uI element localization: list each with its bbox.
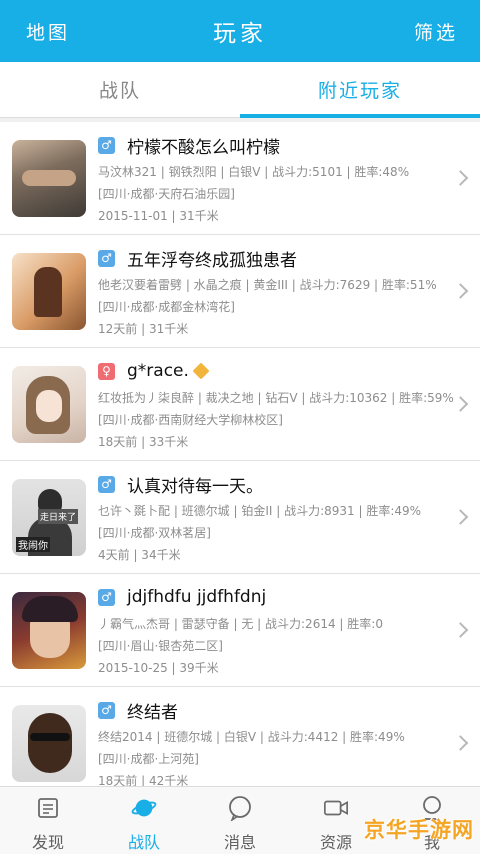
player-row[interactable]: ♂ 五年浮夸终成孤独患者 他老汉要着雷劈 | 水晶之痕 | 黄金III | 战斗… (0, 235, 480, 348)
player-row[interactable]: ♂ 终结者 终结2014 | 班德尔城 | 白银V | 战斗力:4412 | 胜… (0, 687, 480, 786)
player-stats: 马汶林321 | 钢铁烈阳 | 白银V | 战斗力:5101 | 胜率:48% (98, 165, 410, 179)
avatar-caption: 我闹你 (16, 536, 50, 552)
player-row[interactable]: 走日来了 我闹你 ♂ 认真对待每一天。 乜许丶毲卜配 | 班德尔城 | 铂金II… (0, 461, 480, 574)
tab-bar: 战队 附近玩家 (0, 62, 480, 118)
player-name: g*race. (127, 361, 189, 381)
player-list: ♂ 柠檬不酸怎么叫柠檬 马汶林321 | 钢铁烈阳 | 白银V | 战斗力:51… (0, 122, 480, 786)
player-stats: 他老汉要着雷劈 | 水晶之痕 | 黄金III | 战斗力:7629 | 胜率:5… (98, 278, 437, 292)
player-stats: 丿霸气灬杰哥 | 雷瑟守备 | 无 | 战斗力:2614 | 胜率:0 (98, 617, 383, 631)
player-row[interactable]: ♂ 柠檬不酸怎么叫柠檬 马汶林321 | 钢铁烈阳 | 白银V | 战斗力:51… (0, 122, 480, 235)
player-meta: 18天前 | 42千米 (98, 774, 189, 786)
male-icon: ♂ (98, 588, 115, 606)
female-icon: ♀ (98, 362, 115, 380)
message-bubble-icon (227, 795, 253, 821)
player-location: [四川·眉山·银杏苑二区] (98, 639, 223, 653)
male-icon: ♂ (98, 701, 115, 719)
player-meta: 4天前 | 34千米 (98, 548, 181, 562)
page-title: 玩家 (213, 21, 267, 47)
player-name: jdjfhdfu jjdfhfdnj (127, 587, 267, 607)
player-name: 五年浮夸终成孤独患者 (127, 250, 297, 271)
discover-icon (35, 795, 61, 821)
avatar: 走日来了 我闹你 (12, 478, 86, 556)
male-icon: ♂ (98, 475, 115, 493)
video-camera-icon (323, 795, 349, 821)
player-meta: 2015-11-01 | 31千米 (98, 209, 219, 223)
top-bar: 地图 玩家 筛选 (0, 0, 480, 62)
male-icon: ♂ (98, 249, 115, 267)
player-location: [四川·成都·天府石油乐园] (98, 187, 235, 201)
player-stats: 乜许丶毲卜配 | 班德尔城 | 铂金II | 战斗力:8931 | 胜率:49% (98, 504, 422, 518)
tab-team[interactable]: 战队 (0, 62, 240, 117)
avatar (12, 365, 86, 443)
avatar (12, 252, 86, 330)
player-meta: 18天前 | 33千米 (98, 435, 189, 449)
player-name: 柠檬不酸怎么叫柠檬 (127, 137, 280, 158)
nav-discover[interactable]: 发现 (0, 787, 96, 854)
player-name: 终结者 (127, 702, 178, 723)
player-stats: 终结2014 | 班德尔城 | 白银V | 战斗力:4412 | 胜率:49% (98, 730, 405, 744)
diamond-badge-icon (192, 362, 210, 380)
avatar (12, 704, 86, 782)
avatar (12, 591, 86, 669)
nav-team[interactable]: 战队 (96, 787, 192, 854)
team-planet-icon (131, 795, 157, 821)
player-meta: 12天前 | 31千米 (98, 322, 189, 336)
nav-label: 消息 (223, 833, 256, 852)
nav-label: 战队 (127, 833, 160, 852)
filter-button[interactable]: 筛选 (414, 18, 458, 45)
avatar (12, 139, 86, 217)
player-row[interactable]: ♀ g*race. 红妆抵为丿柒良醉 | 裁决之地 | 钻石V | 战斗力:10… (0, 348, 480, 461)
player-location: [四川·成都·西南财经大学柳林校区] (98, 413, 283, 427)
player-meta: 2015-10-25 | 39千米 (98, 661, 219, 675)
nav-messages[interactable]: 消息 (192, 787, 288, 854)
player-location: [四川·成都·成都金林湾花] (98, 300, 235, 314)
player-row[interactable]: ♂ jdjfhdfu jjdfhfdnj 丿霸气灬杰哥 | 雷瑟守备 | 无 |… (0, 574, 480, 687)
player-location: [四川·成都·双林茗居] (98, 526, 211, 540)
male-icon: ♂ (98, 136, 115, 154)
nav-label: 资源 (319, 833, 352, 852)
watermark-logo: 京华手游网 (364, 818, 474, 842)
map-button[interactable]: 地图 (26, 18, 70, 45)
tab-nearby-players[interactable]: 附近玩家 (240, 62, 480, 118)
player-stats: 红妆抵为丿柒良醉 | 裁决之地 | 钻石V | 战斗力:10362 | 胜率:5… (98, 391, 454, 405)
nav-label: 发现 (31, 833, 64, 852)
player-name: 认真对待每一天。 (127, 476, 263, 497)
avatar-caption: 走日来了 (37, 508, 78, 524)
player-location: [四川·成都·上河苑] (98, 752, 199, 766)
